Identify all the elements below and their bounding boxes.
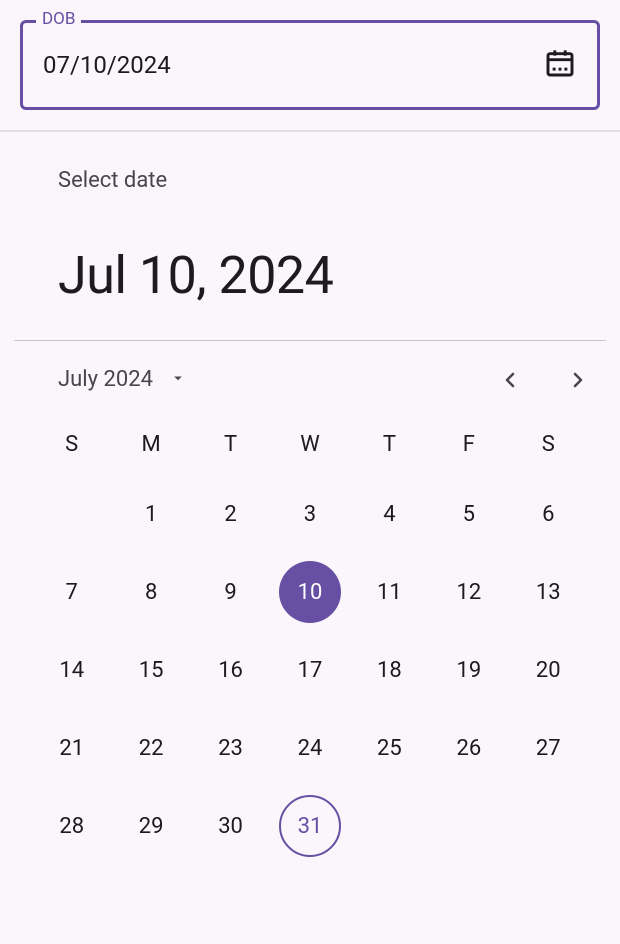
day-cell[interactable]: 15 (111, 631, 190, 709)
date-picker: Select date Jul 10, 2024 July 2024 SMTWT… (0, 132, 620, 865)
day-number: 10 (279, 561, 341, 623)
dob-input-value: 07/10/2024 (43, 51, 171, 79)
day-number: 25 (358, 717, 420, 779)
day-cell[interactable]: 7 (32, 553, 111, 631)
day-cell[interactable]: 11 (350, 553, 429, 631)
day-number: 28 (41, 795, 103, 857)
day-number: 22 (120, 717, 182, 779)
weekday-header: T (350, 418, 429, 475)
calendar-grid: SMTWTFS123456789101112131415161718192021… (0, 418, 620, 865)
day-cell[interactable]: 1 (111, 475, 190, 553)
day-cell[interactable]: 20 (509, 631, 588, 709)
day-number: 24 (279, 717, 341, 779)
day-number: 5 (438, 483, 500, 545)
day-number: 9 (200, 561, 262, 623)
day-cell[interactable]: 22 (111, 709, 190, 787)
day-number: 13 (517, 561, 579, 623)
day-number: 1 (120, 483, 182, 545)
day-number: 2 (200, 483, 262, 545)
dob-input-field[interactable]: 07/10/2024 (20, 20, 600, 110)
month-year-label: July 2024 (58, 367, 153, 392)
day-cell[interactable]: 21 (32, 709, 111, 787)
day-number: 4 (358, 483, 420, 545)
day-number: 26 (438, 717, 500, 779)
calendar-icon[interactable] (544, 47, 576, 83)
day-number: 20 (517, 639, 579, 701)
weekday-header: S (32, 418, 111, 475)
day-cell[interactable]: 12 (429, 553, 508, 631)
day-number: 21 (41, 717, 103, 779)
day-number: 15 (120, 639, 182, 701)
day-number: 19 (438, 639, 500, 701)
weekday-header: M (111, 418, 190, 475)
day-cell[interactable]: 8 (111, 553, 190, 631)
day-cell[interactable]: 16 (191, 631, 270, 709)
weekday-header: S (509, 418, 588, 475)
weekday-header: W (270, 418, 349, 475)
day-cell[interactable]: 30 (191, 787, 270, 865)
day-number: 18 (358, 639, 420, 701)
select-date-label: Select date (0, 132, 620, 193)
day-number: 7 (41, 561, 103, 623)
next-month-button[interactable] (566, 368, 590, 392)
day-cell[interactable]: 17 (270, 631, 349, 709)
day-cell[interactable]: 27 (509, 709, 588, 787)
day-number: 6 (517, 483, 579, 545)
day-cell[interactable]: 28 (32, 787, 111, 865)
day-cell[interactable]: 6 (509, 475, 588, 553)
day-cell[interactable]: 29 (111, 787, 190, 865)
dropdown-icon (169, 369, 187, 391)
day-cell[interactable]: 14 (32, 631, 111, 709)
day-cell[interactable]: 26 (429, 709, 508, 787)
nav-arrows (498, 368, 590, 392)
day-number: 14 (41, 639, 103, 701)
day-cell[interactable]: 25 (350, 709, 429, 787)
day-number: 29 (120, 795, 182, 857)
headline-date: Jul 10, 2024 (0, 193, 620, 340)
weekday-header: T (191, 418, 270, 475)
day-cell[interactable]: 4 (350, 475, 429, 553)
dob-input-label: DOB (36, 9, 81, 29)
weekday-header: F (429, 418, 508, 475)
month-year-selector[interactable]: July 2024 (58, 367, 187, 392)
day-number: 17 (279, 639, 341, 701)
day-number: 12 (438, 561, 500, 623)
day-cell[interactable]: 18 (350, 631, 429, 709)
day-cell[interactable]: 19 (429, 631, 508, 709)
day-cell[interactable]: 24 (270, 709, 349, 787)
prev-month-button[interactable] (498, 368, 522, 392)
day-cell[interactable]: 31 (270, 787, 349, 865)
day-number: 8 (120, 561, 182, 623)
day-cell[interactable]: 9 (191, 553, 270, 631)
day-cell[interactable]: 23 (191, 709, 270, 787)
day-cell[interactable]: 13 (509, 553, 588, 631)
dob-input-wrapper: DOB 07/10/2024 (20, 20, 600, 110)
day-number: 27 (517, 717, 579, 779)
day-number: 3 (279, 483, 341, 545)
day-number: 23 (200, 717, 262, 779)
day-number: 11 (358, 561, 420, 623)
day-number: 16 (200, 639, 262, 701)
month-navigation: July 2024 (0, 341, 620, 418)
day-cell[interactable]: 5 (429, 475, 508, 553)
day-cell[interactable]: 10 (270, 553, 349, 631)
day-cell[interactable]: 3 (270, 475, 349, 553)
day-cell[interactable]: 2 (191, 475, 270, 553)
day-number: 30 (200, 795, 262, 857)
day-number: 31 (279, 795, 341, 857)
day-cell-empty (32, 475, 111, 553)
